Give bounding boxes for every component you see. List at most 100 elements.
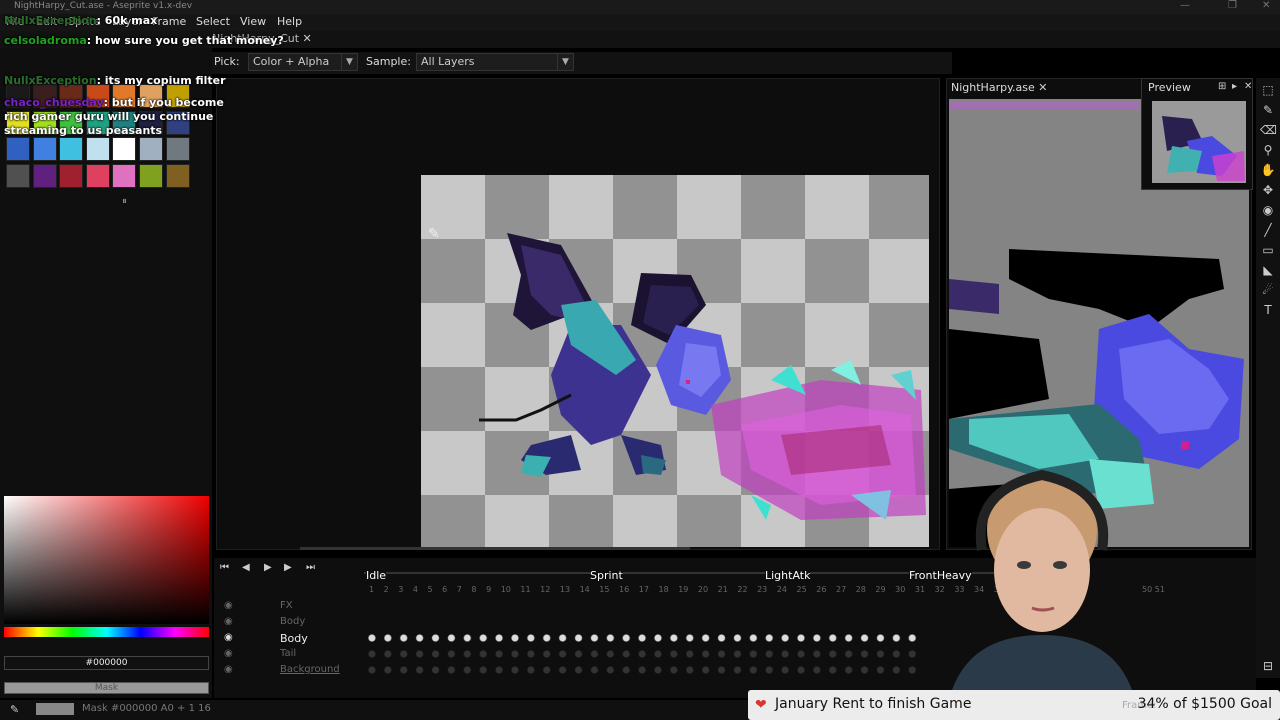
palette-swatch[interactable]: [85, 163, 110, 188]
layer-row-fx[interactable]: ◉ FX: [224, 600, 293, 611]
next-frame-button[interactable]: ▶: [284, 562, 292, 573]
sprite-canvas[interactable]: [421, 175, 929, 547]
tab-close-icon[interactable]: ✕: [303, 32, 312, 45]
goal-title: January Rent to finish Game: [775, 696, 972, 712]
last-frame-button[interactable]: ⏭: [306, 562, 315, 573]
chat-user: chaco_chuesday: [4, 96, 104, 109]
chat-text: : 60k max: [96, 14, 158, 27]
first-frame-button[interactable]: ⏮: [220, 562, 229, 573]
primary-color-hex[interactable]: #000000: [4, 656, 209, 670]
pause-icon: ⏸: [122, 196, 127, 207]
palette-swatch[interactable]: [6, 163, 30, 188]
layer-row-body[interactable]: ◉ Body: [224, 632, 308, 645]
pick-label: Pick:: [214, 55, 240, 68]
move-tool-icon[interactable]: ✥: [1260, 182, 1276, 198]
body-cels-row[interactable]: [364, 632, 924, 644]
menu-help[interactable]: Help: [277, 15, 302, 28]
layer-row-background[interactable]: ◉ Background: [224, 664, 340, 675]
chat-user: celsoladroma: [4, 34, 87, 47]
chevron-down-icon: ▼: [557, 54, 573, 70]
preview-expand-icon[interactable]: ⊞: [1218, 81, 1226, 92]
fill-tool-icon[interactable]: ◉: [1260, 202, 1276, 218]
menu-bar: File Edit Sprite Layer Frame Select View…: [0, 14, 1280, 31]
palette-swatch[interactable]: [32, 137, 57, 162]
timeline-toggle-icon[interactable]: ⊟: [1260, 658, 1276, 674]
line-tool-icon[interactable]: ╱: [1260, 222, 1276, 238]
minimize-icon[interactable]: —: [1180, 0, 1190, 11]
palette-swatch[interactable]: [85, 137, 110, 162]
preview-close-icon[interactable]: ✕: [1244, 81, 1252, 92]
pick-select[interactable]: Color + Alpha ▼: [248, 53, 358, 71]
palette-swatch[interactable]: [6, 137, 30, 162]
chat-line-2: NullxException: its my copium filter: [4, 74, 226, 88]
tag-idle[interactable]: Idle: [366, 569, 387, 582]
chat-text: : but if: [103, 96, 146, 109]
marquee-tool-icon[interactable]: ⬚: [1260, 82, 1276, 98]
chat-user: NullxException: [4, 74, 97, 87]
close-window-icon[interactable]: ✕: [1262, 0, 1270, 11]
sample-select[interactable]: All Layers ▼: [416, 53, 574, 71]
checker-swatch: [36, 703, 74, 715]
tag-sprint[interactable]: Sprint: [590, 569, 623, 582]
menu-select[interactable]: Select: [196, 15, 230, 28]
preview-window[interactable]: Preview ⊞ ▸ ✕: [1141, 78, 1253, 190]
status-text: Mask #000000 A0 + 1 16: [82, 703, 211, 714]
secondary-tab-close-icon[interactable]: ✕: [1038, 81, 1047, 94]
palette-swatch[interactable]: [112, 163, 137, 188]
palette-swatch[interactable]: [112, 137, 137, 162]
eye-icon[interactable]: ◉: [224, 616, 233, 627]
eye-icon[interactable]: ◉: [224, 632, 233, 643]
layer-row-body-group[interactable]: ◉ Body: [224, 616, 305, 627]
palette-swatch[interactable]: [59, 163, 84, 188]
tail-cels-row[interactable]: [364, 648, 924, 660]
mask-color-field[interactable]: Mask: [4, 682, 209, 694]
secondary-tab[interactable]: NightHarpy.ase ✕: [951, 81, 1047, 94]
hue-slider[interactable]: [4, 627, 209, 637]
pencil-tool-icon[interactable]: ✎: [1260, 102, 1276, 118]
chat-text: : how sure you get that money?: [86, 34, 284, 47]
webcam-overlay: [942, 460, 1132, 690]
palette-swatch[interactable]: [32, 163, 57, 188]
eye-icon[interactable]: ◉: [224, 648, 233, 659]
chat-line-3: chaco_chuesday: but if you become rich g…: [4, 96, 236, 138]
play-button[interactable]: ▶: [264, 562, 272, 573]
sample-label: Sample:: [366, 55, 411, 68]
prev-frame-button[interactable]: ◀: [242, 562, 250, 573]
background-cels-row[interactable]: [364, 664, 924, 676]
chat-line-1: celsoladroma: how sure you get that mone…: [4, 34, 284, 48]
layer-name: FX: [280, 600, 293, 611]
chevron-down-icon: ▼: [341, 54, 357, 70]
pencil-icon: ✎: [10, 703, 20, 716]
hand-tool-icon[interactable]: ✋: [1260, 162, 1276, 178]
preview-play-icon[interactable]: ▸: [1232, 81, 1237, 92]
layer-name: Background: [280, 664, 340, 675]
canvas-hscrollbar[interactable]: [300, 547, 690, 550]
window-title: NightHarpy_Cut.ase - Aseprite v1.x-dev: [14, 1, 193, 11]
eyedropper-tool-icon[interactable]: ⚲: [1260, 142, 1276, 158]
contour-tool-icon[interactable]: ◣: [1260, 262, 1276, 278]
chat-line-0: NullxException: 60k max: [4, 14, 157, 28]
tag-lightatk[interactable]: LightAtk: [765, 569, 811, 582]
palette-swatch[interactable]: [59, 137, 84, 162]
palette-swatch[interactable]: [165, 137, 190, 162]
palette-swatch[interactable]: [139, 163, 163, 188]
chat-user: NullxException: [4, 14, 97, 27]
palette-swatch[interactable]: [139, 137, 163, 162]
heart-icon: ❤: [755, 697, 767, 713]
context-toolbar: Pick: Color + Alpha ▼ Sample: All Layers…: [212, 52, 952, 74]
blur-tool-icon[interactable]: ☄: [1260, 282, 1276, 298]
color-picker-field[interactable]: [4, 496, 209, 624]
menu-view[interactable]: View: [240, 15, 266, 28]
eye-icon[interactable]: ◉: [224, 664, 233, 675]
palette-swatch[interactable]: [165, 163, 190, 188]
rect-tool-icon[interactable]: ▭: [1260, 242, 1276, 258]
text-tool-icon[interactable]: T: [1260, 302, 1276, 318]
layer-name: Body: [280, 632, 308, 645]
maximize-icon[interactable]: ❐: [1228, 0, 1237, 11]
layer-row-tail[interactable]: ◉ Tail: [224, 648, 296, 659]
eraser-tool-icon[interactable]: ⌫: [1260, 122, 1277, 138]
title-bar: NightHarpy_Cut.ase - Aseprite v1.x-dev —…: [0, 0, 1280, 14]
frame-numbers-end: 50 51: [1142, 585, 1165, 594]
eyedropper-cursor-icon: ✎: [428, 226, 440, 242]
eye-icon[interactable]: ◉: [224, 600, 233, 611]
